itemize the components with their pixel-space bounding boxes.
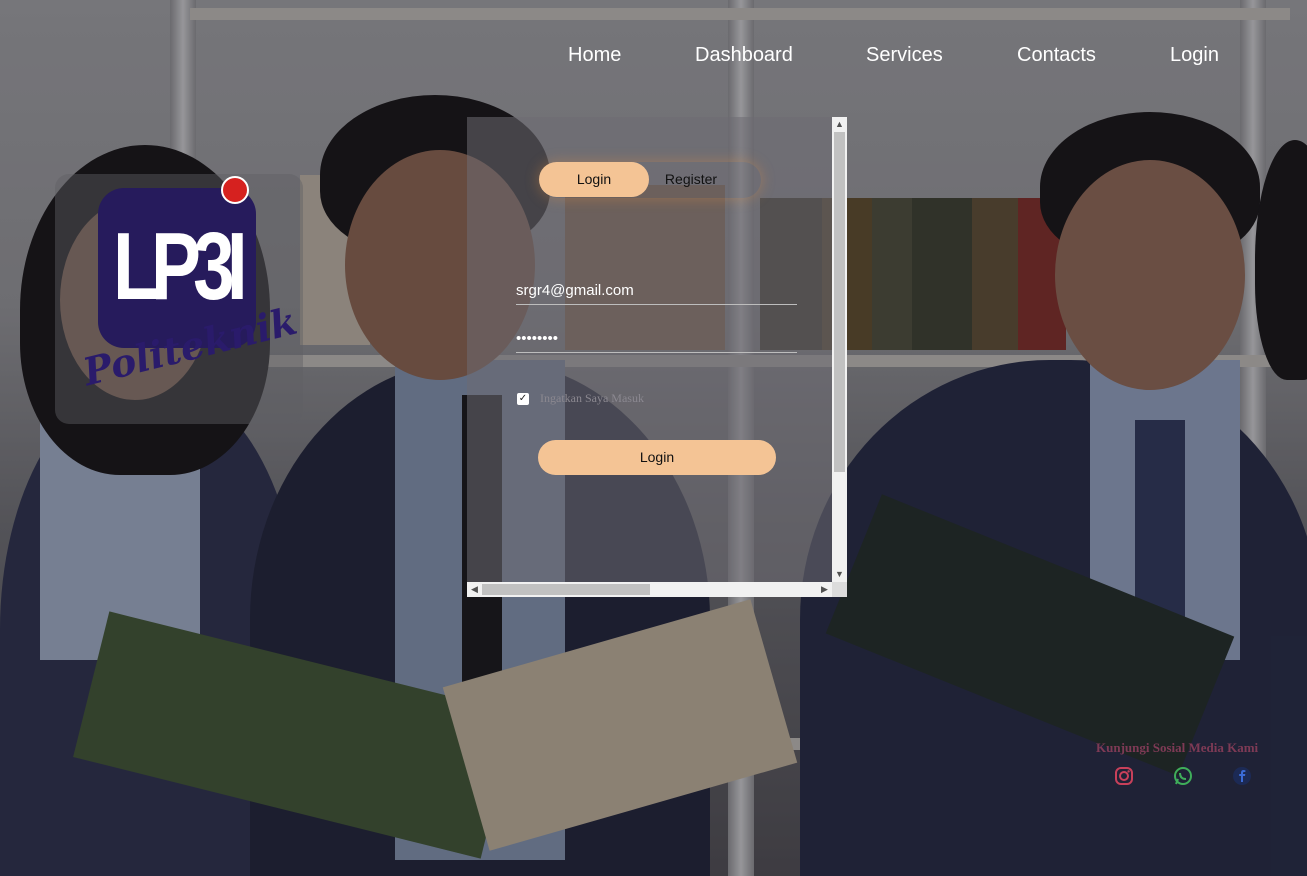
social-title: Kunjungi Sosial Media Kami [1096,740,1259,755]
remember-checkbox[interactable]: ✓ [517,393,529,405]
horizontal-scrollbar[interactable]: ◀ ▶ [467,582,832,597]
scroll-down-icon[interactable]: ▼ [832,567,847,582]
vertical-scroll-thumb[interactable] [834,132,845,472]
tab-login[interactable]: Login [539,162,649,197]
logo-mark-text: LP3I [113,213,248,320]
whatsapp-icon[interactable] [1173,766,1193,786]
nav-dashboard[interactable]: Dashboard [695,44,793,67]
tab-register[interactable]: Register [649,162,733,197]
nav-services[interactable]: Services [866,44,943,67]
scroll-up-icon[interactable]: ▲ [832,117,847,132]
top-nav: Home Dashboard Services Contacts Login [0,44,1307,74]
password-field[interactable]: •••••••• [516,326,797,353]
email-field[interactable]: srgr4@gmail.com [516,278,797,305]
instagram-icon[interactable] [1114,766,1134,786]
nav-home[interactable]: Home [568,44,621,67]
logo-dot [221,176,249,204]
scrollbar-corner [832,582,847,597]
remember-label: Ingatkan Saya Masuk [540,391,644,405]
facebook-icon[interactable] [1232,766,1252,786]
scroll-left-icon[interactable]: ◀ [467,582,482,597]
nav-contacts[interactable]: Contacts [1017,44,1096,67]
login-button[interactable]: Login [538,440,776,475]
scroll-right-icon[interactable]: ▶ [817,582,832,597]
nav-login[interactable]: Login [1170,44,1219,67]
vertical-scrollbar[interactable]: ▲ ▼ [832,117,847,582]
horizontal-scroll-thumb[interactable] [482,584,650,595]
